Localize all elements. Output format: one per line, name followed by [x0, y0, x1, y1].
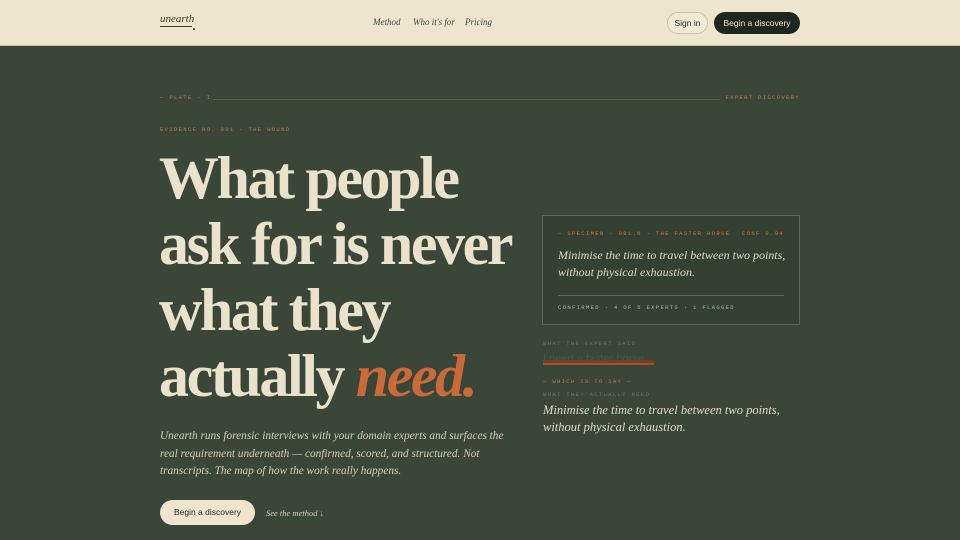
hero-headline: What people ask for is never what they a… — [159, 145, 539, 409]
nav-who-its-for[interactable]: Who it's for — [413, 17, 455, 27]
plate-divider — [213, 98, 720, 100]
actually-need-quote: Minimise the time to travel between two … — [543, 403, 780, 434]
plate-label: — PLATE · I — [160, 94, 212, 101]
plate-section-label: EXPERT DISCOVERY — [725, 94, 800, 101]
logo-dot — [193, 28, 195, 30]
headline-line-1: What people — [159, 145, 460, 211]
sign-in-button[interactable]: Sign in — [667, 12, 708, 34]
headline-accent-word: need. — [355, 343, 478, 409]
logo-underline — [160, 26, 192, 27]
see-method-link[interactable]: See the method ↓ — [266, 508, 324, 518]
nav-method[interactable]: Method — [373, 17, 401, 27]
which-is-to-say-label: — WHICH IS TO SAY — — [543, 378, 632, 385]
actually-need-label: WHAT THEY ACTUALLY NEED — [543, 391, 651, 398]
specimen-meta: CONFIRMED · 4 OF 5 EXPERTS · 1 FLAGGED — [558, 304, 735, 311]
nav-pricing[interactable]: Pricing — [465, 17, 492, 27]
top-nav-bar: unearth Method Who it's for Pricing Sign… — [0, 0, 960, 46]
begin-discovery-header-button[interactable]: Begin a discovery — [714, 12, 800, 34]
expert-said-label: WHAT THE EXPERT SAID — [543, 340, 637, 347]
evidence-label: EVIDENCE NO. 001 · THE WOUND — [160, 126, 291, 133]
headline-line-3: what they — [159, 277, 391, 343]
confidence-score: CONF 0.94 — [742, 230, 784, 237]
headline-line-2: ask for is never — [159, 211, 514, 277]
specimen-divider — [558, 295, 784, 296]
headline-line-4: actually — [159, 343, 356, 409]
logo[interactable]: unearth — [160, 13, 194, 25]
specimen-card: — SPECIMEN · 001.N · THE FASTER HORSE CO… — [542, 215, 800, 325]
specimen-quote: Minimise the time to travel between two … — [558, 248, 786, 279]
expert-said-quote: I need a faster horse — [543, 353, 644, 365]
begin-discovery-button[interactable]: Begin a discovery — [160, 500, 255, 525]
hero-lede: Unearth runs forensic interviews with yo… — [160, 430, 504, 477]
specimen-label: — SPECIMEN · 001.N · THE FASTER HORSE — [558, 230, 731, 237]
